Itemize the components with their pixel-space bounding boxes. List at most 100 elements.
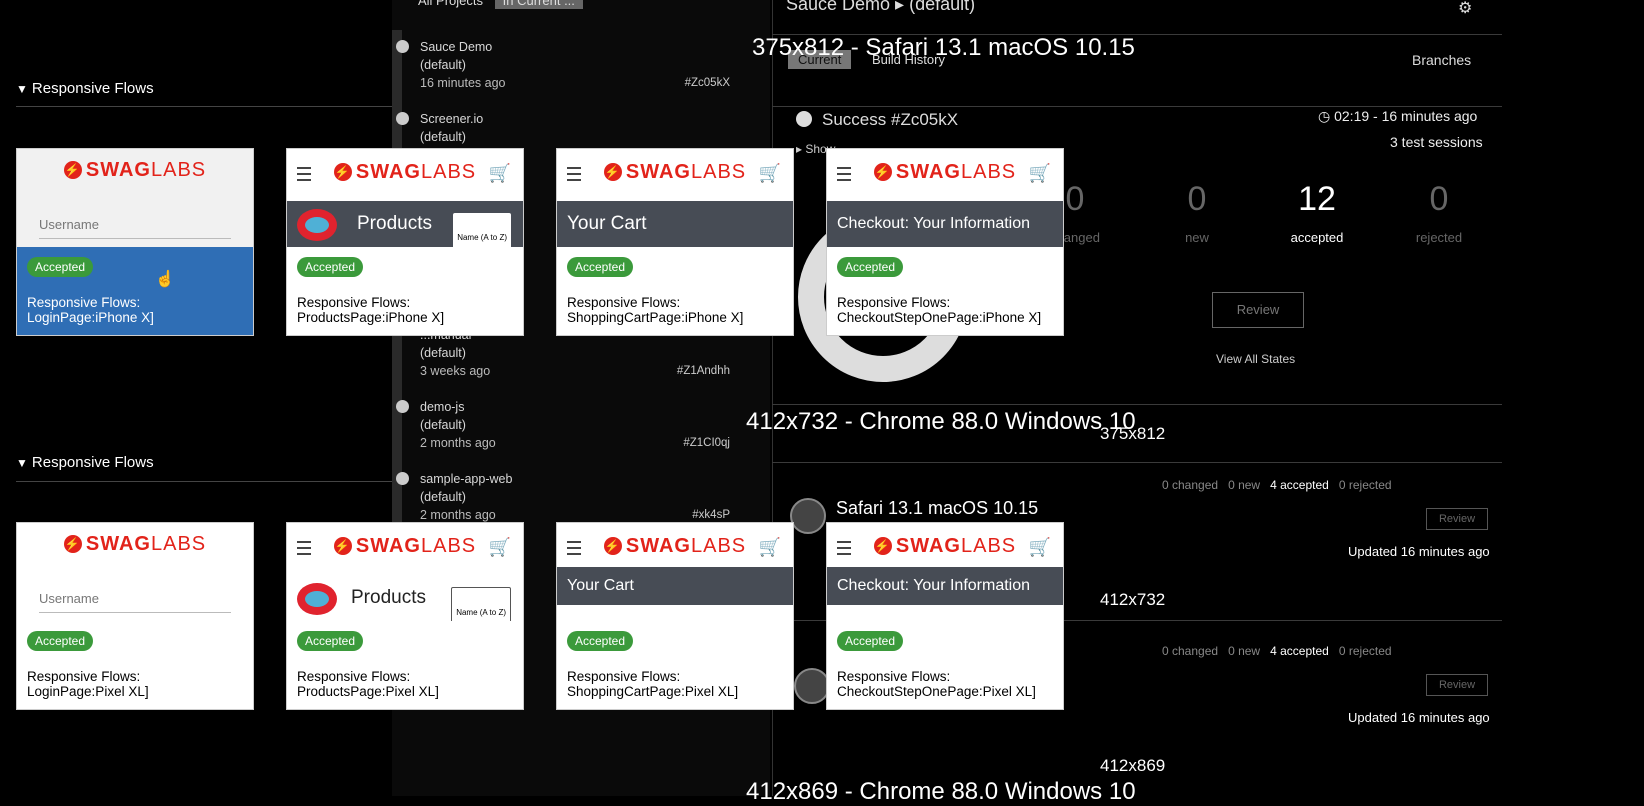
cart-icon: 🛒	[1028, 163, 1051, 183]
flow-card-cart[interactable]: ⚡ SWAGLABS 🛒 Your Cart Accepted Responsiv…	[556, 522, 794, 710]
page-header-bar: Checkout: Your Information	[827, 201, 1063, 247]
gear-icon[interactable]: ⚙	[1458, 0, 1472, 18]
project-build-id: #Z1Andhh	[676, 365, 730, 377]
screenshot-thumbnail: ⚡ SWAGLABS 🛒 Products Name (A to Z)	[287, 149, 523, 247]
count-rejected: 0 rejected	[1338, 644, 1392, 658]
divider	[772, 404, 1502, 405]
count-new: 0 new	[1228, 644, 1261, 658]
status-badge: Accepted	[27, 631, 94, 651]
flow-card-login[interactable]: ⚡ SWAGLABS Username Accepted Responsive F…	[16, 148, 254, 336]
flow-card-login[interactable]: ⚡ SWAGLABS Username Accepted Responsive F…	[16, 522, 254, 710]
build-duration: ◷ 02:19 - 16 minutes ago	[1318, 108, 1478, 124]
build-status: Success #Zc05kX	[796, 110, 958, 130]
resolution-heading: 375x812 - Safari 13.1 macOS 10.15	[752, 34, 1135, 61]
screenshot-thumbnail: ⚡ SWAGLABS 🛒 Checkout: Your Information	[827, 149, 1063, 247]
branches-link[interactable]: Branches	[1412, 52, 1471, 68]
duration-text: 02:19 - 16 minutes ago	[1334, 108, 1478, 124]
project-item[interactable]: sample-app-web (default) 2 months ago #x…	[396, 470, 730, 524]
card-title: Responsive Flows: CheckoutStepOnePage:iPh…	[837, 295, 1042, 325]
project-time: 16 minutes ago	[420, 76, 506, 90]
resolution-label: 375x812	[1100, 424, 1166, 443]
project-build-id: #Zc05kX	[684, 77, 730, 89]
cart-icon: 🛒	[758, 163, 781, 183]
project-item[interactable]: Sauce Demo (default) 16 minutes ago #Zc0…	[396, 38, 730, 92]
cart-icon: 🛒	[1028, 537, 1051, 557]
page-header-bar: Products Name (A to Z)	[287, 201, 523, 247]
success-icon	[796, 111, 812, 127]
flow-card-cart[interactable]: ⚡ SWAGLABS 🛒 Your Cart Accepted Responsiv…	[556, 148, 794, 336]
flow-card-products[interactable]: ⚡ SWAGLABS 🛒 Products Name (A to Z) Accep…	[286, 522, 524, 710]
hand-cursor-icon: ☝	[155, 271, 175, 288]
flow-group-title: Responsive Flows	[31, 454, 154, 471]
card-title: Responsive Flows: ShoppingCartPage:Pixel …	[567, 669, 739, 699]
session-review-button[interactable]: Review	[1426, 508, 1488, 530]
screenshot-thumbnail: ⚡ SWAGLABS Username	[17, 149, 253, 247]
count-changed: 0 changed	[1162, 644, 1219, 658]
flow-card-checkout[interactable]: ⚡ SWAGLABS 🛒 Checkout: Your Information A…	[826, 148, 1064, 336]
project-item[interactable]: demo-js (default) 2 months ago #Z1CI0qj	[396, 398, 730, 452]
page-header-title: Products	[357, 213, 432, 234]
status-badge: Accepted	[837, 257, 904, 277]
page-header-bar: Products Name (A to Z)	[287, 575, 523, 621]
flow-group-toggle[interactable]: ▼ Responsive Flows	[16, 80, 154, 97]
swaglabs-logo: ⚡ SWAGLABS	[63, 533, 207, 555]
warning-icon	[396, 472, 409, 485]
build-title: Sauce Demo ▸ (default)	[786, 0, 976, 14]
count-new: 0 new	[1228, 478, 1261, 492]
session-counts: 0 changed 0 new 4 accepted 0 rejected	[1162, 478, 1392, 492]
project-branch: (default)	[420, 418, 466, 432]
screenshot-thumbnail: ⚡ SWAGLABS 🛒 Your Cart	[557, 523, 793, 621]
card-title: Responsive Flows: CheckoutStepOnePage:Pix…	[837, 669, 1036, 699]
card-title: Responsive Flows: ShoppingCartPage:iPhone…	[567, 295, 744, 325]
chevron-down-icon: ▼	[16, 456, 28, 470]
project-item[interactable]: Screener.io (default)	[396, 110, 730, 146]
screenshot-thumbnail: ⚡ SWAGLABS 🛒 Products Name (A to Z)	[287, 523, 523, 621]
stat-new-label: new	[1185, 230, 1209, 245]
status-text: Success	[822, 110, 887, 129]
resolution-label: 412x869	[1100, 756, 1166, 775]
project-name: Sauce Demo	[420, 40, 493, 54]
project-branch: (default)	[420, 490, 466, 504]
session-count: 3 test sessions	[1390, 134, 1483, 150]
resolution-heading: 412x869 - Chrome 88.0 Windows 10	[746, 778, 1136, 805]
tab-in-current[interactable]: In Current ...	[494, 0, 583, 9]
flow-card-checkout[interactable]: ⚡ SWAGLABS 🛒 Checkout: Your Information A…	[826, 522, 1064, 710]
success-icon	[396, 40, 409, 53]
session-review-button[interactable]: Review	[1426, 674, 1488, 696]
build-id: #Zc05kX	[890, 110, 959, 129]
project-branch: (default)	[420, 346, 466, 360]
project-branch: (default)	[420, 130, 466, 144]
project-tabs: All Projects In Current ...	[418, 0, 583, 9]
page-header-bar: Checkout: Your Information	[827, 567, 1063, 605]
browser-icon	[794, 668, 830, 704]
sort-select: Name (A to Z)	[453, 213, 511, 247]
flow-group-toggle[interactable]: ▼ Responsive Flows	[16, 454, 154, 471]
session-name: Safari 13.1 macOS 10.15	[836, 498, 1039, 518]
view-all-states-link[interactable]: View All States	[1216, 352, 1295, 366]
stat-new-value: 0	[1187, 180, 1207, 218]
status-badge: Accepted	[567, 631, 634, 651]
review-button[interactable]: Review	[1212, 292, 1304, 328]
browser-icon	[790, 498, 826, 534]
status-badge: Accepted	[297, 631, 364, 651]
swaglabs-logo: ⚡ SWAGLABS	[63, 159, 207, 181]
card-title: Responsive Flows: LoginPage:iPhone X]	[27, 295, 154, 325]
warning-icon	[396, 112, 409, 125]
status-badge: Accepted	[27, 257, 94, 277]
status-badge: Accepted	[837, 631, 904, 651]
resolution-heading: 412x732 - Chrome 88.0 Windows 10	[746, 408, 1136, 435]
cart-icon: 🛒	[488, 537, 511, 557]
count-accepted: 4 accepted	[1270, 478, 1329, 492]
card-title: Responsive Flows: ProductsPage:Pixel XL]	[297, 669, 439, 699]
divider	[772, 462, 1502, 463]
flow-card-products[interactable]: ⚡ SWAGLABS 🛒 Products Name (A to Z) Accep…	[286, 148, 524, 336]
robot-icon	[297, 209, 337, 241]
card-title: Responsive Flows: LoginPage:Pixel XL]	[27, 669, 149, 699]
count-changed: 0 changed	[1162, 478, 1219, 492]
divider	[772, 106, 1502, 107]
page-header-bar: Your Cart	[557, 567, 793, 605]
screenshot-thumbnail: ⚡ SWAGLABS 🛒 Your Cart	[557, 149, 793, 247]
session-counts: 0 changed 0 new 4 accepted 0 rejected	[1162, 644, 1392, 658]
screenshot-thumbnail: ⚡ SWAGLABS Username	[17, 523, 253, 621]
tab-all-projects[interactable]: All Projects	[418, 0, 483, 8]
